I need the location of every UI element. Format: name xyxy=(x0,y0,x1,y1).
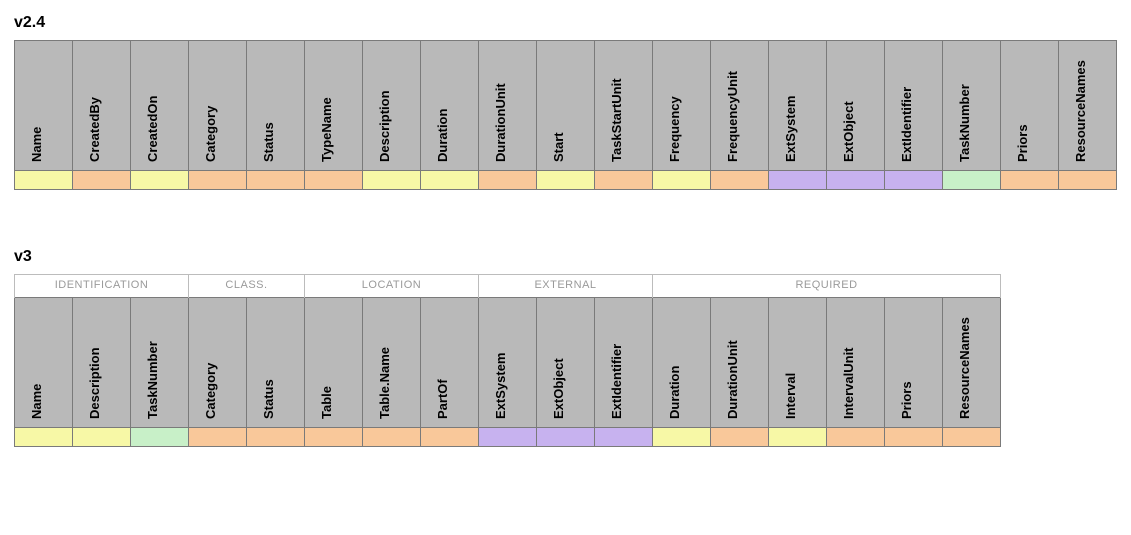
color-swatch xyxy=(885,428,943,447)
column-header: CreatedBy xyxy=(73,41,131,171)
color-swatch xyxy=(885,171,943,190)
column-header: Duration xyxy=(653,298,711,428)
color-swatch xyxy=(827,428,885,447)
v3-table: IDENTIFICATION CLASS. LOCATION EXTERNAL … xyxy=(14,274,1001,447)
column-header: DurationUnit xyxy=(479,41,537,171)
column-header: Interval xyxy=(769,298,827,428)
column-header: TaskNumber xyxy=(131,298,189,428)
v24-table: Name CreatedBy CreatedOn Category Status… xyxy=(14,40,1117,190)
color-swatch xyxy=(827,171,885,190)
color-swatch xyxy=(769,171,827,190)
color-swatch xyxy=(421,171,479,190)
column-header: Name xyxy=(15,41,73,171)
column-header: Priors xyxy=(885,298,943,428)
color-swatch xyxy=(595,171,653,190)
color-swatch xyxy=(711,171,769,190)
v3-group-row: IDENTIFICATION CLASS. LOCATION EXTERNAL … xyxy=(15,275,1001,298)
color-swatch xyxy=(769,428,827,447)
v24-block: v2.4 Name CreatedBy CreatedOn Category S… xyxy=(10,14,1121,190)
column-header: Category xyxy=(189,298,247,428)
group-label: LOCATION xyxy=(305,275,479,298)
column-header: ResourceNames xyxy=(943,298,1001,428)
color-swatch xyxy=(363,428,421,447)
color-swatch xyxy=(537,171,595,190)
column-header: IntervalUnit xyxy=(827,298,885,428)
column-header: TaskNumber xyxy=(943,41,1001,171)
color-swatch xyxy=(479,171,537,190)
color-swatch xyxy=(73,171,131,190)
color-swatch xyxy=(189,428,247,447)
group-label: EXTERNAL xyxy=(479,275,653,298)
column-header: TypeName xyxy=(305,41,363,171)
v24-color-row xyxy=(15,171,1117,190)
column-header: Description xyxy=(73,298,131,428)
column-header: Frequency xyxy=(653,41,711,171)
color-swatch xyxy=(15,428,73,447)
v3-block: v3 IDENTIFICATION CLASS. LOCATION EXTERN… xyxy=(10,248,1121,447)
column-header: Duration xyxy=(421,41,479,171)
column-header: ExtSystem xyxy=(479,298,537,428)
column-header: ExtSystem xyxy=(769,41,827,171)
column-header: ExtObject xyxy=(827,41,885,171)
column-header: Status xyxy=(247,298,305,428)
v24-header-row: Name CreatedBy CreatedOn Category Status… xyxy=(15,41,1117,171)
color-swatch xyxy=(189,171,247,190)
column-header: Name xyxy=(15,298,73,428)
color-swatch xyxy=(943,428,1001,447)
color-swatch xyxy=(247,428,305,447)
group-label: REQUIRED xyxy=(653,275,1001,298)
v3-color-row xyxy=(15,428,1001,447)
column-header: Start xyxy=(537,41,595,171)
color-swatch xyxy=(305,171,363,190)
column-header: ExtIdentifier xyxy=(885,41,943,171)
column-header: DurationUnit xyxy=(711,298,769,428)
color-swatch xyxy=(653,171,711,190)
v3-header-row: Name Description TaskNumber Category Sta… xyxy=(15,298,1001,428)
color-swatch xyxy=(363,171,421,190)
color-swatch xyxy=(653,428,711,447)
color-swatch xyxy=(73,428,131,447)
column-header: TaskStartUnit xyxy=(595,41,653,171)
v24-title: v2.4 xyxy=(14,14,1121,32)
color-swatch xyxy=(1059,171,1117,190)
color-swatch xyxy=(943,171,1001,190)
color-swatch xyxy=(131,171,189,190)
column-header: ExtIdentifier xyxy=(595,298,653,428)
column-header: Table.Name xyxy=(363,298,421,428)
color-swatch xyxy=(247,171,305,190)
column-header: ResourceNames xyxy=(1059,41,1117,171)
color-swatch xyxy=(305,428,363,447)
column-header: ExtObject xyxy=(537,298,595,428)
color-swatch xyxy=(1001,171,1059,190)
column-header: Status xyxy=(247,41,305,171)
column-header: Table xyxy=(305,298,363,428)
column-header: PartOf xyxy=(421,298,479,428)
color-swatch xyxy=(595,428,653,447)
column-header: Category xyxy=(189,41,247,171)
color-swatch xyxy=(711,428,769,447)
column-header: Description xyxy=(363,41,421,171)
color-swatch xyxy=(479,428,537,447)
column-header: Priors xyxy=(1001,41,1059,171)
column-header: CreatedOn xyxy=(131,41,189,171)
color-swatch xyxy=(421,428,479,447)
v3-title: v3 xyxy=(14,248,1121,266)
color-swatch xyxy=(15,171,73,190)
group-label: IDENTIFICATION xyxy=(15,275,189,298)
color-swatch xyxy=(537,428,595,447)
color-swatch xyxy=(131,428,189,447)
column-header: FrequencyUnit xyxy=(711,41,769,171)
group-label: CLASS. xyxy=(189,275,305,298)
